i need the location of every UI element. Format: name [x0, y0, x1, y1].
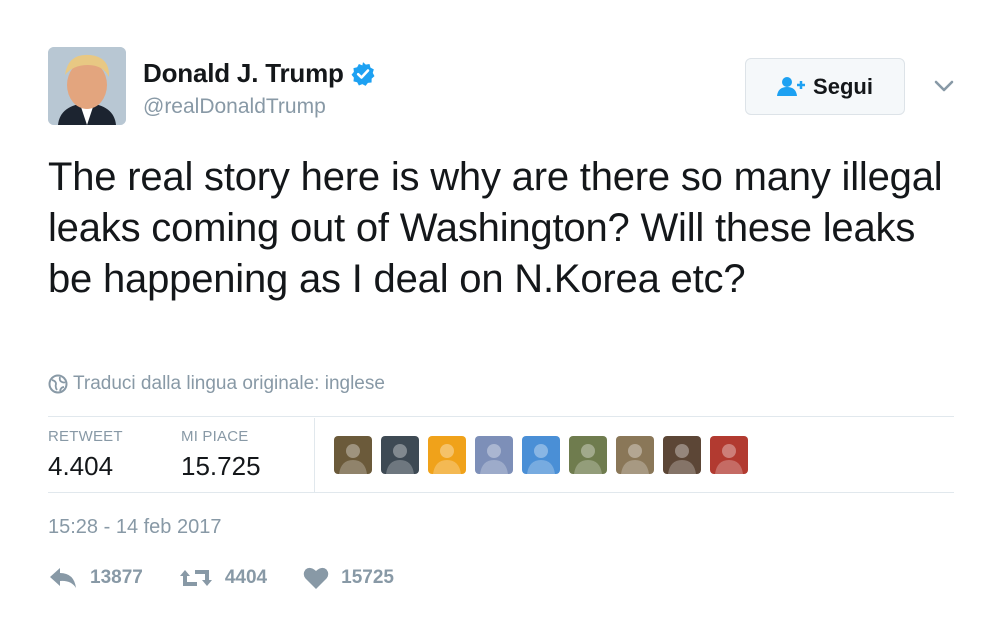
reply-icon: [50, 568, 76, 588]
user-avatar-2[interactable]: [381, 436, 419, 474]
retweet-button[interactable]: 4404: [179, 566, 267, 590]
user-avatar-6[interactable]: [569, 436, 607, 474]
author-avatar[interactable]: [48, 47, 126, 125]
follow-button[interactable]: Segui: [745, 58, 905, 115]
retweet-icon: [179, 570, 212, 586]
user-avatar-3[interactable]: [428, 436, 466, 474]
add-user-icon: [777, 76, 806, 96]
user-silhouette-icon: [715, 444, 743, 474]
user-silhouette-icon: [527, 444, 555, 474]
like-stat-label: MI PIACE: [181, 428, 249, 445]
like-stat-value: 15.725: [181, 451, 261, 481]
stats-vertical-divider: [314, 418, 315, 492]
chevron-down-icon[interactable]: [932, 74, 956, 98]
user-avatar-4[interactable]: [475, 436, 513, 474]
user-silhouette-icon: [339, 444, 367, 474]
user-avatar-8[interactable]: [663, 436, 701, 474]
retweet-count: 4404: [224, 567, 268, 588]
user-silhouette-icon: [386, 444, 414, 474]
user-silhouette-icon: [574, 444, 602, 474]
verified-badge-icon: [351, 61, 375, 86]
user-silhouette-icon: [668, 444, 696, 474]
tweet-text: The real story here is why are there so …: [48, 155, 943, 301]
tweet-timestamp[interactable]: 15:28 - 14 feb 2017: [48, 516, 221, 539]
likers-avatars: [334, 436, 757, 474]
author-name[interactable]: Donald J. Trump: [143, 58, 344, 89]
tweet-actions: 13877 4404 15725: [48, 566, 430, 590]
retweet-stat-label: RETWEET: [48, 428, 123, 445]
author-name-row: Donald J. Trump: [143, 58, 376, 89]
reply-count: 13877: [90, 567, 143, 588]
translate-label: Traduci dalla lingua originale: inglese: [73, 373, 385, 394]
user-silhouette-icon: [433, 444, 461, 474]
globe-icon: [48, 374, 68, 394]
like-stat[interactable]: MI PIACE 15.725: [181, 428, 261, 482]
user-silhouette-icon: [480, 444, 508, 474]
user-avatar-7[interactable]: [616, 436, 654, 474]
author-handle[interactable]: @realDonaldTrump: [143, 95, 326, 119]
like-button[interactable]: 15725: [303, 566, 394, 590]
stats-bottom-divider: [48, 492, 954, 493]
retweet-stat-value: 4.404: [48, 451, 114, 481]
retweet-stat[interactable]: RETWEET 4.404: [48, 428, 123, 482]
translate-link[interactable]: Traduci dalla lingua originale: inglese: [48, 373, 385, 395]
reply-button[interactable]: 13877: [48, 566, 143, 590]
stats-top-divider: [48, 416, 954, 417]
user-silhouette-icon: [621, 444, 649, 474]
avatar-image: [48, 47, 126, 125]
heart-icon: [303, 567, 329, 589]
like-count: 15725: [341, 567, 394, 588]
user-avatar-5[interactable]: [522, 436, 560, 474]
user-avatar-9[interactable]: [710, 436, 748, 474]
user-avatar-1[interactable]: [334, 436, 372, 474]
follow-button-label: Segui: [813, 73, 873, 99]
